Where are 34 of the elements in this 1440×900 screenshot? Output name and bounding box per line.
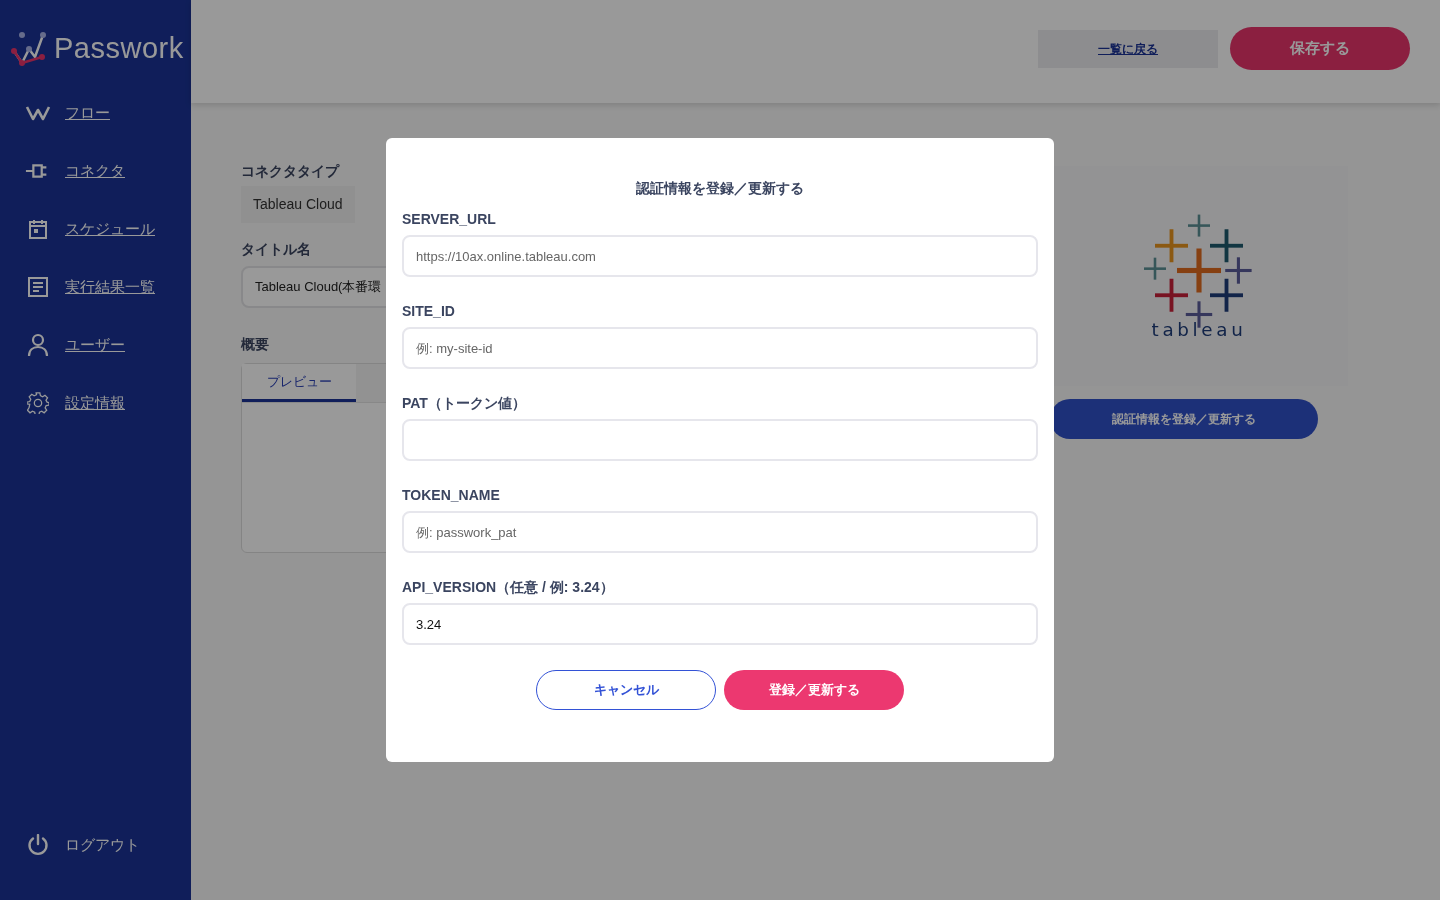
power-icon [25, 834, 51, 856]
tab[interactable]: プレビュー [242, 364, 356, 402]
field-label: 概要 [241, 335, 269, 354]
logo-text: tableau [1151, 318, 1247, 340]
settings-icon [25, 392, 51, 414]
field-label: コネクタタイプ [241, 162, 339, 181]
submit-button[interactable]: 登録／更新する [724, 670, 904, 710]
field-label: SITE_ID [402, 302, 455, 321]
flow-icon [25, 105, 51, 121]
document-icon [25, 277, 51, 297]
logo-text: Passwork [54, 31, 184, 67]
nav-link[interactable]: 実行結果一覧 [65, 275, 155, 299]
input-field[interactable] [402, 419, 1038, 461]
dialog-title: 認証情報を登録／更新する [635, 179, 805, 198]
cancel-button[interactable]: キャンセル [536, 670, 716, 710]
user-icon [25, 333, 51, 357]
input-field[interactable]: https://10ax.online.tableau.com [402, 235, 1038, 277]
back-link[interactable]: 一覧に戻る [1038, 29, 1218, 68]
input-field[interactable]: 例: my-site-id [402, 327, 1038, 369]
input-field[interactable]: 3.24 [402, 603, 1038, 645]
nav-link[interactable]: コネクタ [65, 159, 125, 183]
field-label: PAT（トークン値） [402, 394, 526, 413]
nav-link[interactable]: スケジュール [65, 217, 155, 241]
nav-link[interactable]: フロー [65, 101, 110, 125]
field-label: TOKEN_NAME [402, 486, 500, 505]
field-label: API_VERSION（任意 / 例: 3.24） [402, 578, 614, 597]
nav-link[interactable]: 設定情報 [65, 391, 125, 415]
connector-type-value: Tableau Cloud [241, 186, 355, 223]
input-field[interactable]: 例: passwork_pat [402, 511, 1038, 553]
field-label: タイトル名 [241, 240, 311, 259]
save-button[interactable]: 保存する [1230, 27, 1410, 70]
field-label: SERVER_URL [402, 210, 496, 229]
nav-link[interactable]: ユーザー [65, 333, 125, 357]
logout-link[interactable]: ログアウト [65, 833, 140, 857]
